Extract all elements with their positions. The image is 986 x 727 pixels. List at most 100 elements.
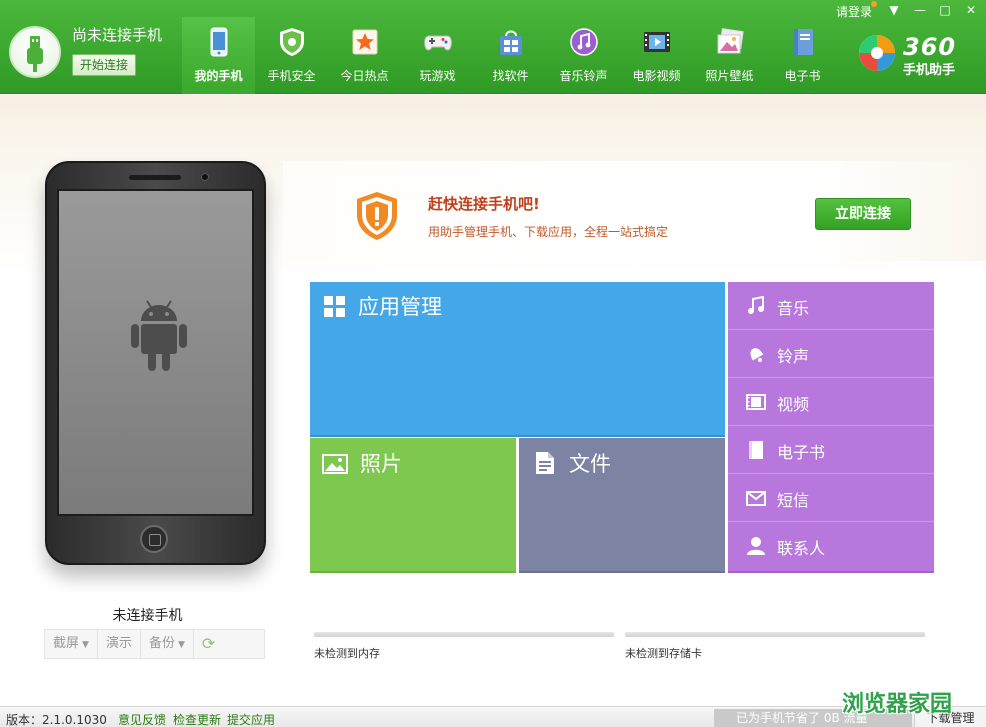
photo-icon <box>322 454 348 474</box>
document-icon <box>536 452 554 474</box>
title-bar: 尚未连接手机 开始连接 我的手机 手机安全 今日热点 玩游戏 找软件 音乐铃声 … <box>0 0 986 94</box>
menu-dropdown-button[interactable]: ▼ <box>885 2 903 18</box>
media-item-label: 联系人 <box>777 539 826 558</box>
nav-music-ringtones[interactable]: 音乐铃声 <box>547 17 620 94</box>
banner-title: 赶快连接手机吧! <box>428 195 540 213</box>
submit-app-link[interactable]: 提交应用 <box>227 711 275 727</box>
status-bar: 版本：2.1.0.1030 意见反馈 检查更新 提交应用 已为手机节省了 0B … <box>0 706 986 727</box>
tile-photos[interactable]: 照片 <box>310 438 516 571</box>
connect-now-button[interactable]: 立即连接 <box>815 198 911 230</box>
brand-logo: 360 手机助手 <box>857 33 955 78</box>
nav-movies-video[interactable]: 电影视频 <box>620 17 693 94</box>
star-icon <box>352 29 378 55</box>
chevron-down-icon: ▼ <box>82 640 89 650</box>
media-item-contacts[interactable]: 联系人 <box>728 522 934 570</box>
film-strip-icon <box>746 394 766 410</box>
tile-title: 文件 <box>569 452 611 476</box>
feedback-link[interactable]: 意见反馈 <box>118 711 166 727</box>
music-icon <box>570 28 598 56</box>
nav-label: 找软件 <box>492 69 529 83</box>
nav-label: 音乐铃声 <box>559 69 608 83</box>
nav-find-software[interactable]: 找软件 <box>474 17 547 94</box>
device-name: 未连接手机 <box>112 608 183 624</box>
screenshot-button[interactable]: 截屏 ▼ <box>45 629 98 659</box>
phone-screen <box>57 189 254 516</box>
my-phone-icon <box>210 27 228 57</box>
nav-label: 玩游戏 <box>419 69 456 83</box>
phone-home-button <box>140 525 168 553</box>
sdcard-label: 未检测到存储卡 <box>625 647 702 660</box>
bell-icon <box>750 348 764 362</box>
nav-label: 手机安全 <box>267 69 316 83</box>
tile-title: 照片 <box>360 452 402 476</box>
main-panel: 未连接手机 截屏 ▼ 演示 备份 ▼ ⟳ 赶快连接手机吧! 用助手管理手机、下载应用… <box>0 95 986 706</box>
close-button[interactable]: ✕ <box>962 2 980 18</box>
tile-title: 应用管理 <box>358 295 442 319</box>
brand-number: 360 <box>903 33 957 61</box>
contact-icon <box>747 537 765 555</box>
gamepad-icon <box>424 35 452 51</box>
connection-status-title: 尚未连接手机 <box>72 26 163 44</box>
nav-label: 我的手机 <box>194 69 243 83</box>
nav-phone-security[interactable]: 手机安全 <box>255 17 328 94</box>
watermark: 浏览器家园 <box>842 692 953 717</box>
app-bag-icon <box>500 30 522 55</box>
demo-button[interactable]: 演示 <box>98 629 141 659</box>
grid-icon <box>324 296 345 317</box>
maximize-button[interactable]: □ <box>936 2 954 18</box>
envelope-icon <box>746 491 766 506</box>
media-item-sms[interactable]: 短信 <box>728 474 934 522</box>
tile-files[interactable]: 文件 <box>519 438 725 571</box>
nav-label: 今日热点 <box>340 69 389 83</box>
nav-label: 电影视频 <box>632 69 681 83</box>
sdcard-bar <box>625 632 925 637</box>
brand-ball-icon <box>859 35 895 71</box>
device-toolbar: 截屏 ▼ 演示 备份 ▼ ⟳ <box>44 629 265 659</box>
book-icon <box>794 29 813 55</box>
main-nav: 我的手机 手机安全 今日热点 玩游戏 找软件 音乐铃声 电影视频 照片壁纸 电子… <box>182 17 839 94</box>
screenshot-label: 截屏 <box>53 636 80 651</box>
nav-photo-wallpaper[interactable]: 照片壁纸 <box>693 17 766 94</box>
memory-storage: 未检测到内存 <box>314 632 614 661</box>
minimize-button[interactable]: — <box>911 2 929 18</box>
nav-label: 照片壁纸 <box>705 69 754 83</box>
media-item-label: 视频 <box>777 395 810 414</box>
start-connect-button[interactable]: 开始连接 <box>72 54 136 76</box>
brand-name: 手机助手 <box>903 63 956 78</box>
nav-today-hot[interactable]: 今日热点 <box>328 17 401 94</box>
media-item-label: 短信 <box>777 491 810 510</box>
media-item-label: 电子书 <box>777 443 826 462</box>
demo-label: 演示 <box>105 636 132 651</box>
phone-illustration <box>45 161 266 565</box>
music-note-icon <box>748 296 764 314</box>
nav-my-phone[interactable]: 我的手机 <box>182 17 255 94</box>
usb-status-icon <box>9 26 61 78</box>
backup-label: 备份 <box>148 636 175 651</box>
nav-play-games[interactable]: 玩游戏 <box>401 17 474 94</box>
notification-dot <box>871 1 877 7</box>
ebook-icon <box>749 441 763 459</box>
nav-ebooks[interactable]: 电子书 <box>766 17 839 94</box>
backup-button[interactable]: 备份 ▼ <box>141 629 194 659</box>
chevron-down-icon: ▼ <box>177 640 185 650</box>
check-update-link[interactable]: 检查更新 <box>173 711 221 727</box>
sdcard-storage: 未检测到存储卡 <box>625 632 925 661</box>
phone-camera <box>201 173 209 181</box>
phone-speaker <box>129 175 181 180</box>
media-item-label: 铃声 <box>777 347 810 366</box>
media-item-ringtone[interactable]: 铃声 <box>728 330 934 378</box>
login-link[interactable]: 请登录 <box>836 3 872 20</box>
picture-icon <box>717 28 744 54</box>
memory-label: 未检测到内存 <box>314 647 380 660</box>
refresh-icon[interactable]: ⟳ <box>194 629 222 659</box>
media-item-label: 音乐 <box>777 299 810 318</box>
warning-shield-icon <box>357 192 397 240</box>
shield-icon <box>280 28 304 56</box>
media-item-video[interactable]: 视频 <box>728 378 934 426</box>
media-item-ebook[interactable]: 电子书 <box>728 426 934 474</box>
media-item-music[interactable]: 音乐 <box>728 282 934 330</box>
tile-app-management[interactable]: 应用管理 <box>310 282 725 435</box>
banner-subtitle: 用助手管理手机、下载应用，全程一站式搞定 <box>428 225 669 239</box>
nav-label: 电子书 <box>784 69 821 83</box>
connect-banner: 赶快连接手机吧! 用助手管理手机、下载应用，全程一站式搞定 立即连接 <box>283 161 986 261</box>
